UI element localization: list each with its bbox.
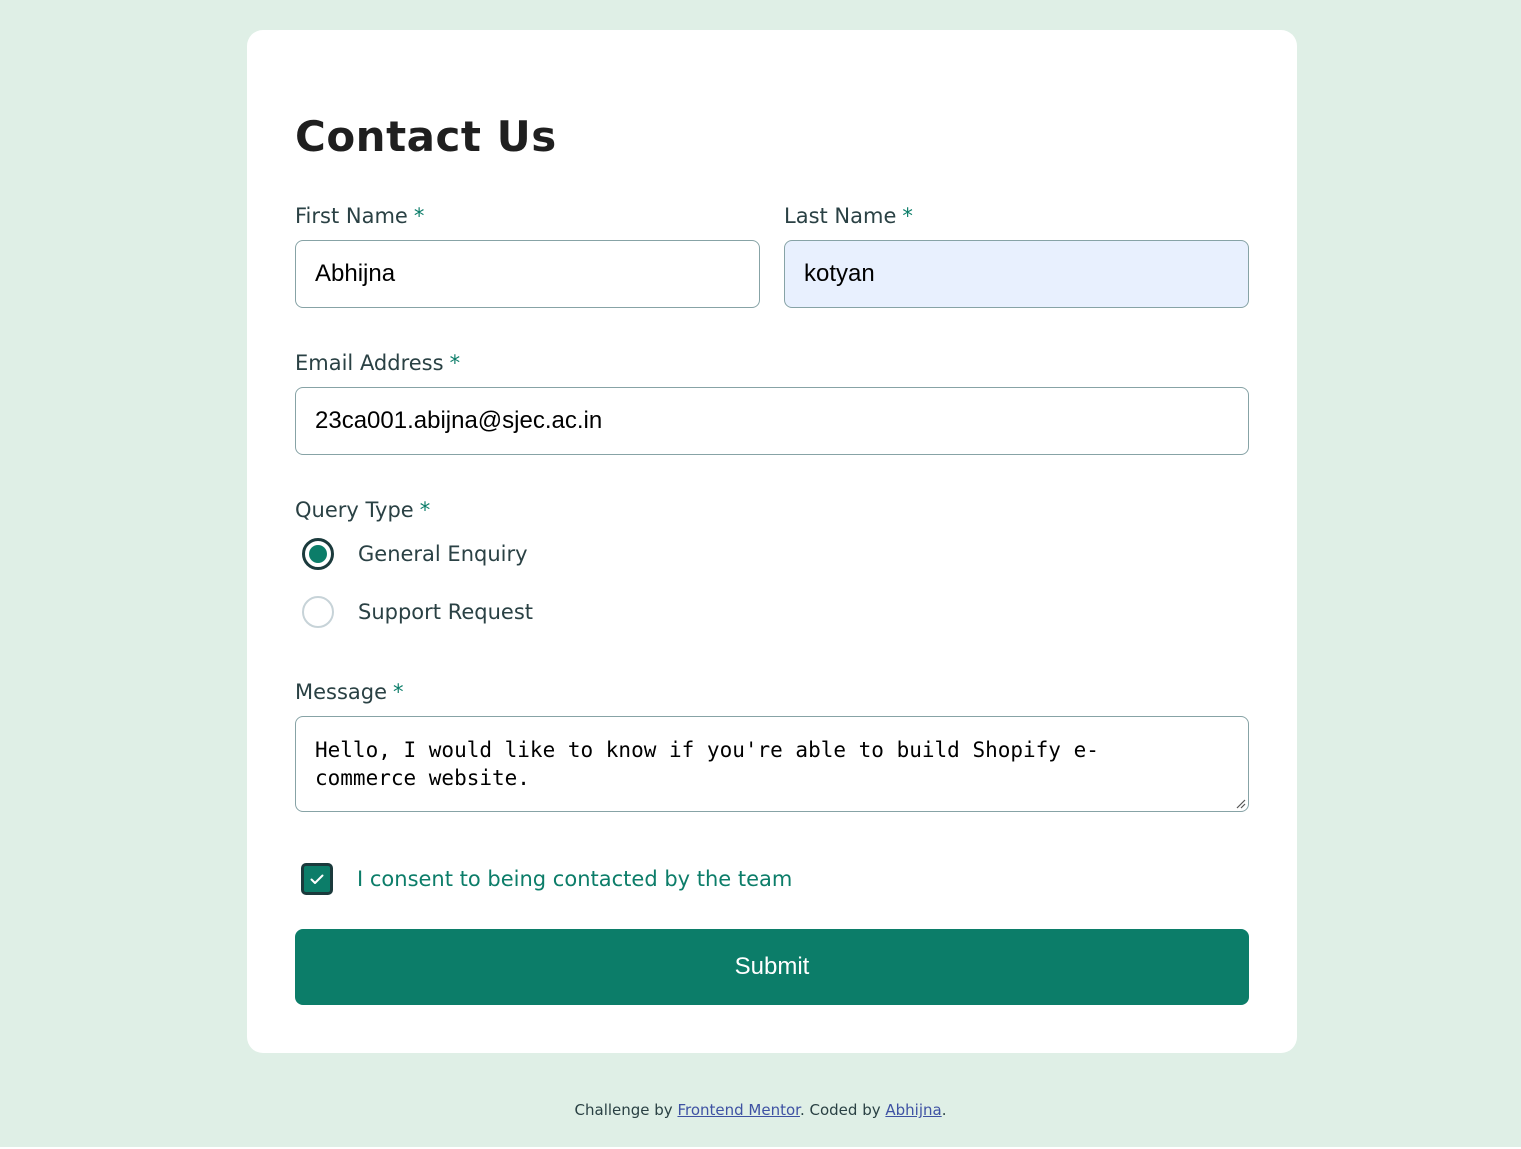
email-label: Email Address * — [295, 350, 460, 376]
resize-grip-icon[interactable] — [1234, 797, 1246, 809]
message-value: Hello, I would like to know if you're ab… — [315, 738, 1099, 790]
message-textarea[interactable]: Hello, I would like to know if you're ab… — [295, 716, 1249, 812]
radio-general-enquiry-label[interactable]: General Enquiry — [358, 541, 528, 567]
first-name-input[interactable]: Abhijna — [295, 240, 760, 308]
consent-checkbox[interactable] — [301, 863, 333, 895]
query-type-label-text: Query Type — [295, 498, 414, 522]
query-type-label: Query Type * — [295, 497, 430, 523]
required-asterisk: * — [902, 204, 913, 228]
attribution-footer: Challenge by Frontend Mentor. Coded by A… — [0, 1100, 1521, 1120]
radio-unchecked-icon[interactable] — [302, 596, 334, 628]
required-asterisk: * — [419, 498, 431, 522]
page-title: Contact Us — [295, 112, 557, 161]
last-name-label: Last Name * — [784, 203, 913, 229]
author-link[interactable]: Abhijna — [885, 1101, 941, 1119]
email-value: 23ca001.abijna@sjec.ac.in — [315, 407, 603, 434]
consent-row[interactable]: I consent to being contacted by the team — [301, 863, 792, 895]
last-name-input[interactable]: kotyan — [784, 240, 1249, 308]
required-asterisk: * — [413, 204, 425, 228]
message-label: Message * — [295, 679, 404, 705]
email-label-text: Email Address — [295, 351, 444, 375]
contact-form-card: Contact Us First Name * Abhijna Last Name… — [247, 30, 1297, 1053]
radio-support-request-label[interactable]: Support Request — [358, 599, 533, 625]
footer-prefix: Challenge by — [574, 1101, 673, 1119]
required-asterisk: * — [393, 680, 404, 704]
message-label-text: Message — [295, 680, 388, 704]
first-name-value: Abhijna — [315, 260, 396, 287]
first-name-label: First Name * — [295, 203, 424, 229]
submit-button[interactable]: Submit — [295, 929, 1249, 1005]
last-name-label-text: Last Name — [784, 204, 897, 228]
footer-middle: . Coded by — [799, 1101, 881, 1119]
last-name-value: kotyan — [804, 260, 875, 287]
required-asterisk: * — [449, 351, 461, 375]
consent-label[interactable]: I consent to being contacted by the team — [357, 866, 792, 892]
radio-checked-icon[interactable] — [302, 538, 334, 570]
footer-suffix: . — [941, 1101, 947, 1119]
frontend-mentor-link[interactable]: Frontend Mentor — [677, 1101, 800, 1119]
first-name-label-text: First Name — [295, 204, 408, 228]
radio-general-enquiry[interactable]: General Enquiry — [302, 537, 528, 571]
radio-support-request[interactable]: Support Request — [302, 595, 533, 629]
checkmark-icon — [310, 874, 324, 884]
email-input[interactable]: 23ca001.abijna@sjec.ac.in — [295, 387, 1249, 455]
